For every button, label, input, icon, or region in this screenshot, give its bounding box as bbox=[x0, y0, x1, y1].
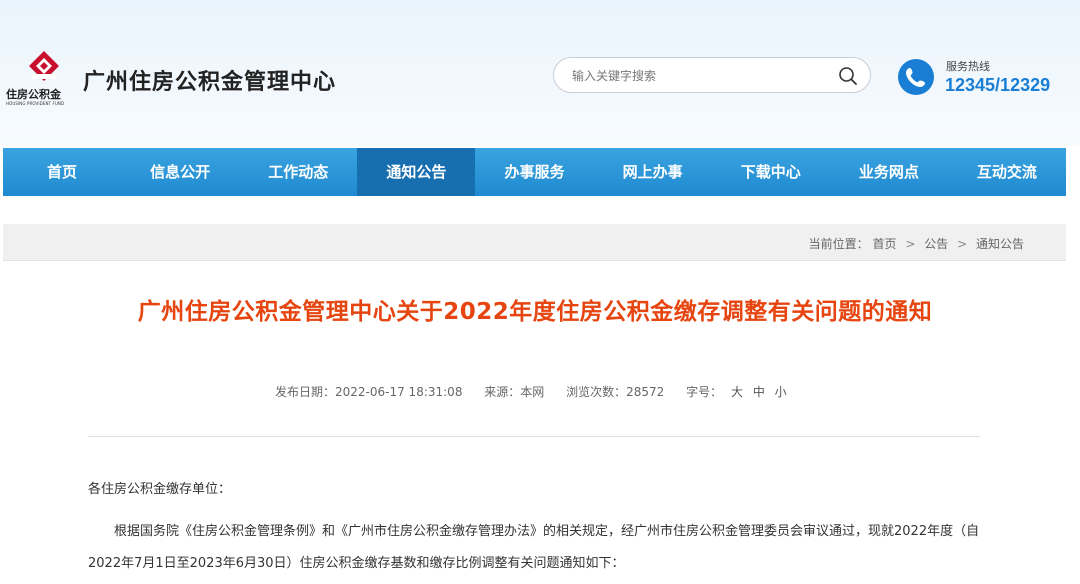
article-title: 广州住房公积金管理中心关于2022年度住房公积金缴存调整有关问题的通知 bbox=[137, 299, 933, 325]
publish-date: 发布日期：2022-06-17 18:31:08 bbox=[275, 385, 463, 399]
font-size-label: 字号： bbox=[686, 385, 723, 399]
breadcrumb-separator: > bbox=[905, 237, 916, 251]
font-size-large[interactable]: 大 bbox=[731, 385, 743, 399]
search-box bbox=[553, 57, 871, 93]
view-count: 浏览次数：28572 bbox=[566, 385, 665, 399]
nav-item-online-services[interactable]: 网上办事 bbox=[594, 148, 712, 196]
breadcrumb-announcement[interactable]: 公告 bbox=[924, 237, 948, 251]
search-input[interactable] bbox=[572, 66, 822, 86]
breadcrumb-home[interactable]: 首页 bbox=[873, 237, 897, 251]
nav-item-services[interactable]: 办事服务 bbox=[475, 148, 593, 196]
font-size-small[interactable]: 小 bbox=[775, 385, 787, 399]
site-logo[interactable]: 住房公积金 HOUSING PROVIDENT FUND bbox=[6, 48, 78, 114]
article-meta: 发布日期：2022-06-17 18:31:08 来源：本网 浏览次数：2857… bbox=[275, 383, 790, 400]
nav-item-branches[interactable]: 业务网点 bbox=[830, 148, 948, 196]
nav-item-info-disclosure[interactable]: 信息公开 bbox=[121, 148, 239, 196]
search-icon[interactable] bbox=[837, 65, 859, 87]
font-size-medium[interactable]: 中 bbox=[753, 385, 765, 399]
logo-diamond-icon bbox=[29, 51, 59, 81]
nav-item-interaction[interactable]: 互动交流 bbox=[948, 148, 1066, 196]
hotline-label: 服务热线 bbox=[946, 60, 990, 73]
logo-subtext: HOUSING PROVIDENT FUND bbox=[6, 101, 65, 106]
content-divider bbox=[88, 436, 980, 437]
site-title[interactable]: 广州住房公积金管理中心 bbox=[83, 64, 336, 96]
breadcrumb: 当前位置： 首页 > 公告 > 通知公告 bbox=[809, 235, 1024, 252]
breadcrumb-separator: > bbox=[957, 237, 968, 251]
logo-text: 住房公积金 bbox=[6, 88, 61, 101]
breadcrumb-prefix: 当前位置： bbox=[808, 237, 869, 251]
article-greeting: 各住房公积金缴存单位： bbox=[88, 482, 232, 497]
nav-item-announcements[interactable]: 通知公告 bbox=[357, 148, 476, 196]
article-source: 来源：本网 bbox=[484, 385, 545, 399]
breadcrumb-bar: 当前位置： 首页 > 公告 > 通知公告 bbox=[3, 224, 1066, 261]
nav-item-home[interactable]: 首页 bbox=[3, 148, 121, 196]
main-nav: 首页 信息公开 工作动态 通知公告 办事服务 网上办事 下载中心 业务网点 互动… bbox=[3, 148, 1066, 196]
article-paragraph: 根据国务院《住房公积金管理条例》和《广州市住房公积金缴存管理办法》的相关规定，经… bbox=[88, 524, 980, 571]
site-header: 住房公积金 HOUSING PROVIDENT FUND 广州住房公积金管理中心… bbox=[0, 0, 1080, 146]
breadcrumb-notices[interactable]: 通知公告 bbox=[976, 237, 1024, 251]
phone-icon bbox=[898, 59, 934, 95]
nav-item-downloads[interactable]: 下载中心 bbox=[712, 148, 830, 196]
nav-item-work-news[interactable]: 工作动态 bbox=[239, 148, 357, 196]
hotline-number: 12345/12329 bbox=[945, 75, 1051, 95]
